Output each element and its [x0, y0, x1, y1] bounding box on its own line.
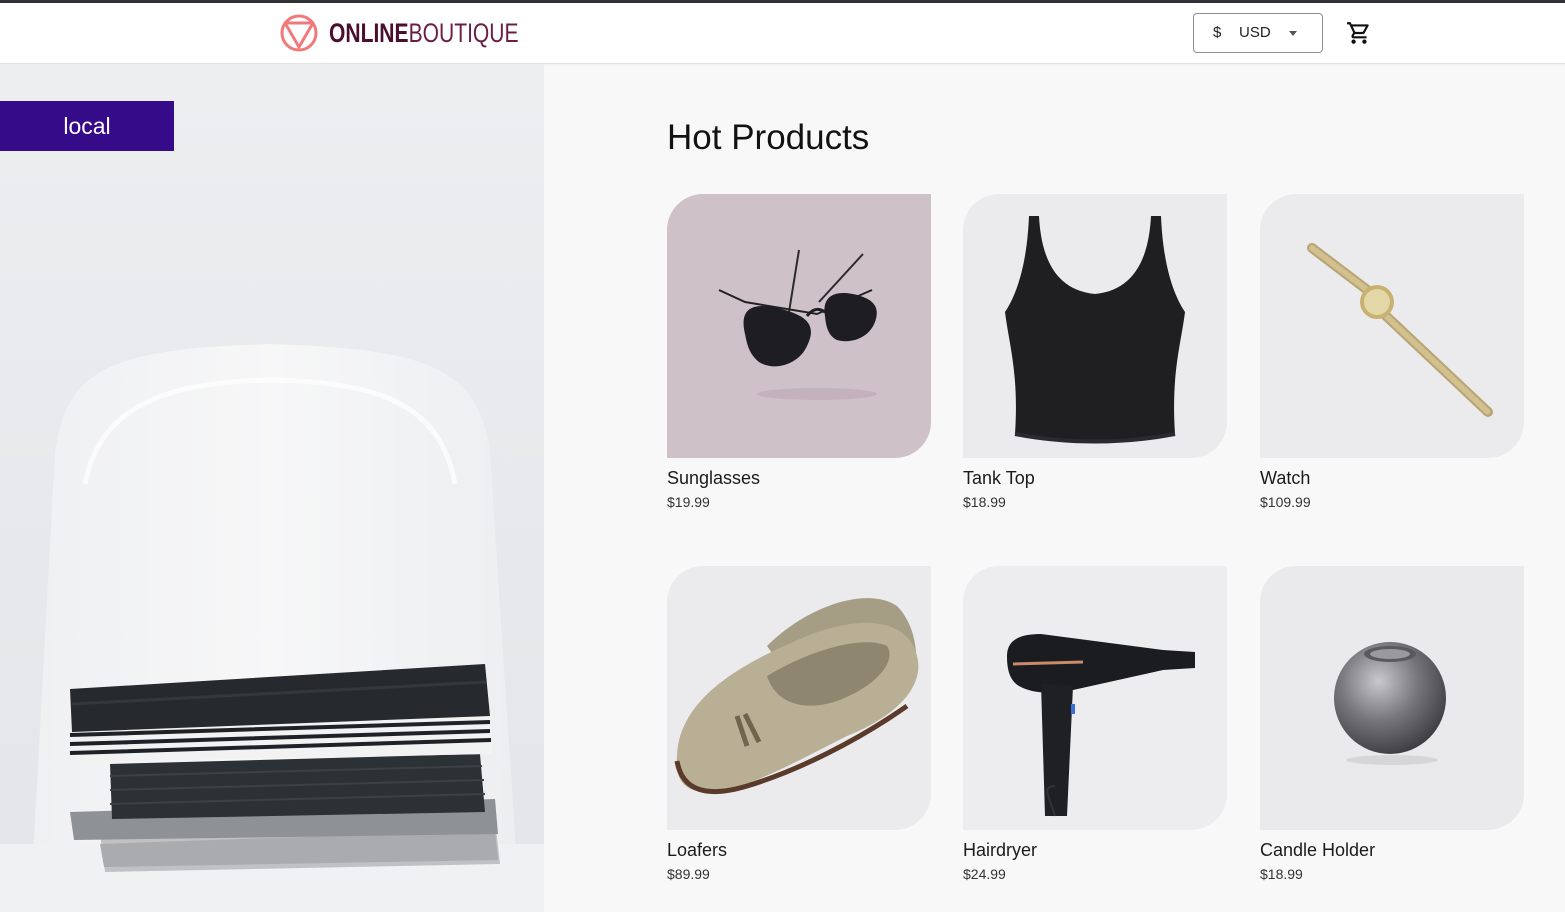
product-name[interactable]: Candle Holder [1260, 840, 1524, 861]
chevron-down-icon [1289, 31, 1297, 36]
product-name[interactable]: Loafers [667, 840, 931, 861]
logo-text: ONLINEBOUTIQUE [329, 13, 519, 53]
logo-text-light: BOUTIQUE [408, 18, 519, 48]
hairdryer-icon [963, 566, 1227, 830]
logo-text-strong: ONLINE [329, 18, 409, 48]
product-image[interactable] [963, 194, 1227, 458]
hero-image [0, 64, 544, 912]
product-card-hairdryer[interactable]: Hairdryer $24.99 [963, 566, 1227, 882]
product-image[interactable] [667, 194, 931, 458]
sunglasses-icon [667, 194, 931, 458]
watch-icon [1260, 194, 1524, 458]
product-price: $89.99 [667, 866, 710, 882]
product-card-sunglasses[interactable]: Sunglasses $19.99 [667, 194, 931, 510]
loafers-icon [667, 566, 931, 830]
currency-symbol: $ [1213, 24, 1222, 41]
product-price: $24.99 [963, 866, 1006, 882]
triangle-circle-logo-icon [280, 14, 318, 52]
site-header: ONLINEBOUTIQUE $ USD [0, 3, 1565, 64]
product-price: $19.99 [667, 494, 710, 510]
folded-clothes-chair-image [0, 344, 544, 912]
currency-code: USD [1239, 24, 1271, 41]
candle-holder-icon [1260, 566, 1524, 830]
environment-badge: local [0, 101, 174, 151]
product-price: $109.99 [1260, 494, 1311, 510]
product-card-tank-top[interactable]: Tank Top $18.99 [963, 194, 1227, 510]
section-title: Hot Products [667, 118, 870, 157]
currency-selector[interactable]: $ USD [1193, 13, 1323, 53]
product-name[interactable]: Watch [1260, 468, 1524, 489]
product-price: $18.99 [1260, 866, 1303, 882]
product-image[interactable] [963, 566, 1227, 830]
tank-top-icon [963, 194, 1227, 458]
product-name[interactable]: Sunglasses [667, 468, 931, 489]
product-price: $18.99 [963, 494, 1006, 510]
product-name[interactable]: Hairdryer [963, 840, 1227, 861]
product-image[interactable] [1260, 194, 1524, 458]
product-card-candle-holder[interactable]: Candle Holder $18.99 [1260, 566, 1524, 882]
product-image[interactable] [667, 566, 931, 830]
product-card-loafers[interactable]: Loafers $89.99 [667, 566, 931, 882]
product-card-watch[interactable]: Watch $109.99 [1260, 194, 1524, 510]
product-image[interactable] [1260, 566, 1524, 830]
logo[interactable]: ONLINEBOUTIQUE [279, 13, 572, 53]
product-name[interactable]: Tank Top [963, 468, 1227, 489]
cart-icon[interactable] [1346, 20, 1372, 46]
